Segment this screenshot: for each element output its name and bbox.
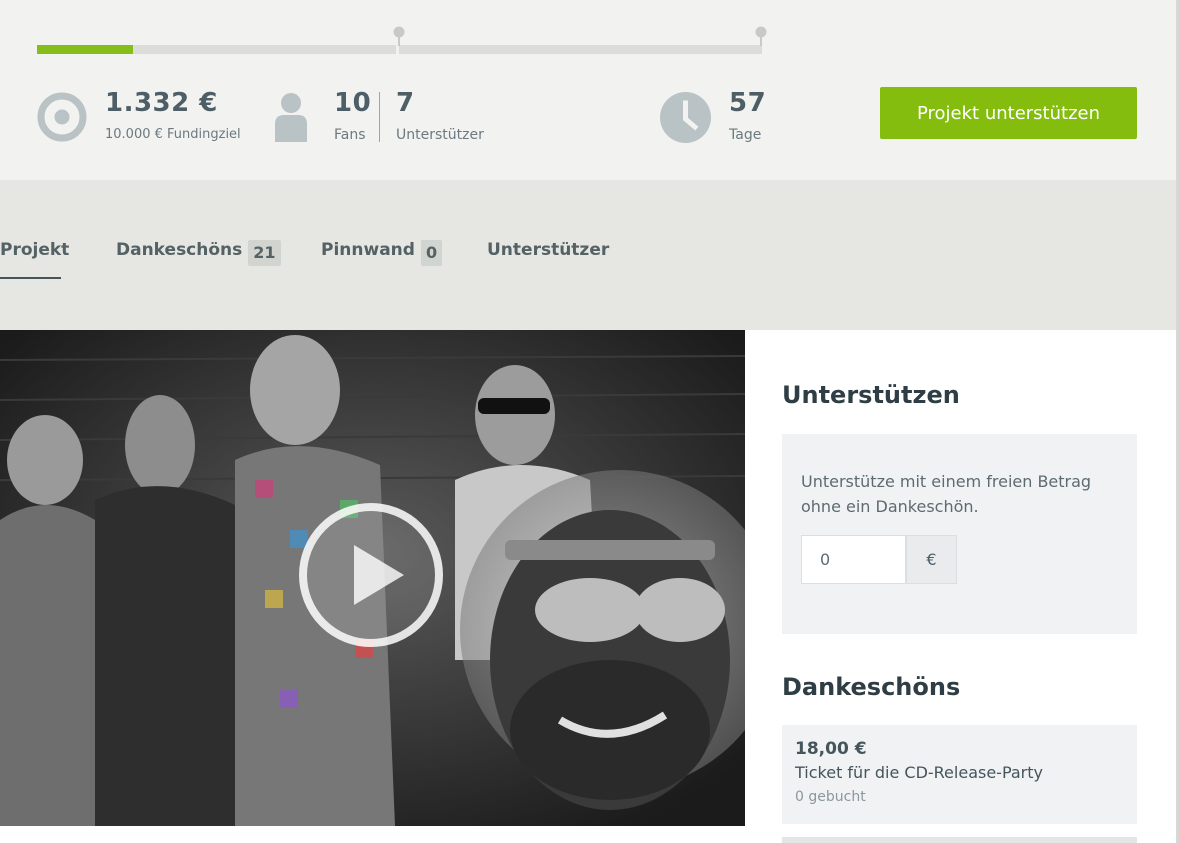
tab-unterstuetzer[interactable]: Unterstützer: [487, 240, 609, 280]
goal-marker-icon: [755, 26, 767, 46]
milestone-marker-icon: [393, 26, 405, 46]
supporters-label: Unterstützer: [396, 127, 484, 143]
rewards-section-title: Dankeschöns: [782, 673, 961, 701]
fans-label: Fans: [334, 127, 366, 143]
days-label: Tage: [729, 127, 762, 143]
support-section-title: Unterstützen: [782, 381, 960, 409]
amount-input[interactable]: [801, 535, 906, 584]
play-icon[interactable]: [296, 500, 446, 650]
supporters-count[interactable]: 7: [396, 88, 415, 118]
tab-label: Pinnwand: [321, 240, 415, 260]
tab-label: Dankeschöns: [116, 240, 243, 260]
currency-addon: €: [906, 535, 957, 584]
funding-amount: 1.332 €: [105, 88, 218, 118]
progress-divider: [396, 45, 399, 54]
tab-projekt[interactable]: Projekt: [0, 240, 69, 280]
target-icon: [37, 92, 87, 142]
days-count: 57: [729, 88, 767, 118]
free-amount-box: [782, 434, 1137, 634]
funding-progress-bar: [37, 45, 762, 54]
tab-count-badge: 0: [420, 240, 443, 266]
reward-price: 18,00 €: [795, 739, 867, 759]
tab-dankeschoens[interactable]: Dankeschöns 21: [116, 240, 281, 280]
reward-title: Ticket für die CD-Release-Party: [795, 763, 1043, 782]
reward-card-next[interactable]: [782, 837, 1137, 843]
clock-icon: [660, 92, 711, 143]
tab-count-badge: 21: [248, 240, 281, 266]
stats-divider: [379, 92, 380, 142]
support-project-button[interactable]: Projekt unterstützen: [880, 87, 1137, 139]
funding-goal-label: 10.000 € Fundingziel: [105, 127, 241, 142]
free-amount-description: Unterstütze mit einem freien Betrag ohne…: [801, 472, 1092, 516]
person-icon: [275, 93, 307, 142]
tab-pinnwand[interactable]: Pinnwand 0: [321, 240, 443, 280]
fans-count[interactable]: 10: [334, 88, 371, 118]
reward-booked-count: 0 gebucht: [795, 789, 866, 805]
tab-label: Unterstützer: [487, 240, 610, 260]
tab-label: Projekt: [0, 240, 70, 260]
active-tab-indicator: [0, 277, 61, 279]
funding-progress-fill: [37, 45, 134, 54]
